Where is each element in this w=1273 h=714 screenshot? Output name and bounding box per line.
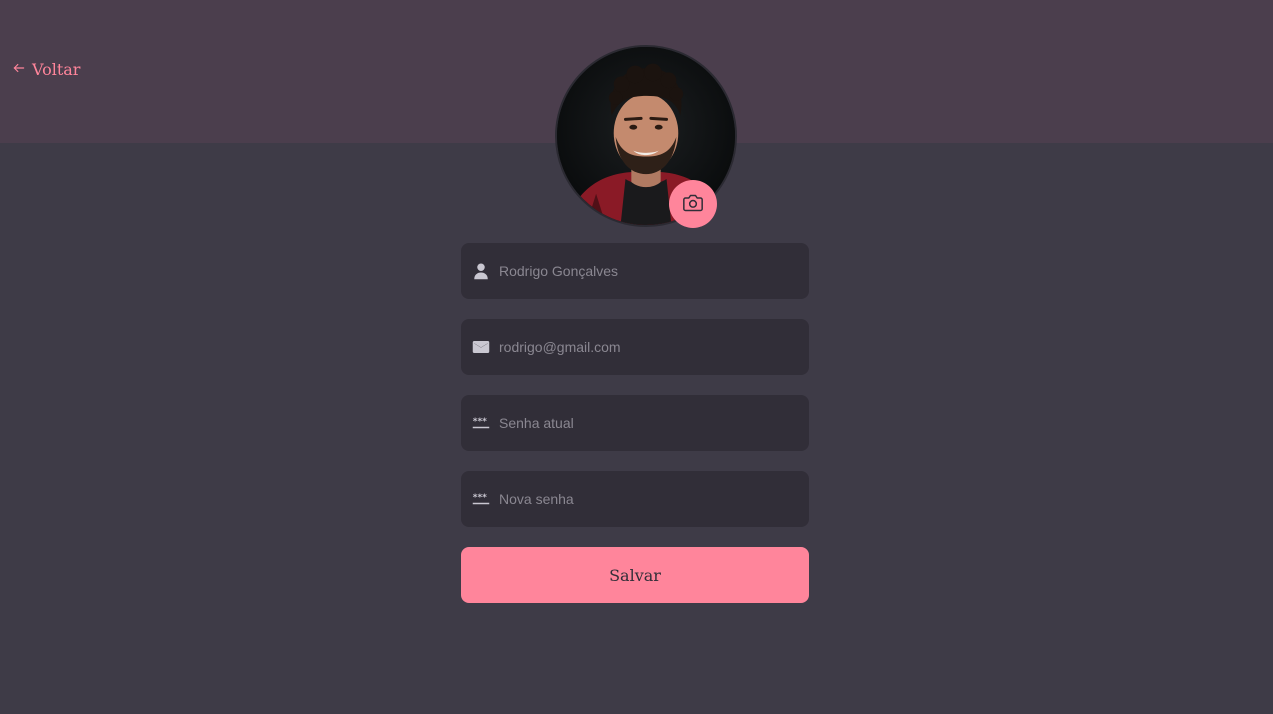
svg-text:***: *** <box>473 417 487 427</box>
new-password-field-container: *** <box>461 471 809 527</box>
back-link-label: Voltar <box>32 60 81 79</box>
email-field-container <box>461 319 809 375</box>
password-icon: *** <box>472 414 490 432</box>
mail-icon <box>472 338 490 356</box>
name-field-container <box>461 243 809 299</box>
new-password-input[interactable] <box>499 491 789 507</box>
back-link[interactable]: Voltar <box>12 60 80 79</box>
arrow-left-icon <box>12 60 26 79</box>
avatar-container <box>555 45 737 228</box>
password-icon: *** <box>472 490 490 508</box>
save-button[interactable]: Salvar <box>461 547 809 603</box>
profile-form: *** *** Salvar <box>461 243 809 603</box>
camera-icon <box>683 193 703 216</box>
current-password-field-container: *** <box>461 395 809 451</box>
change-avatar-button[interactable] <box>669 180 717 228</box>
current-password-input[interactable] <box>499 415 789 431</box>
user-icon <box>472 262 490 280</box>
email-input[interactable] <box>499 339 789 355</box>
svg-text:***: *** <box>473 493 487 503</box>
name-input[interactable] <box>499 263 789 279</box>
